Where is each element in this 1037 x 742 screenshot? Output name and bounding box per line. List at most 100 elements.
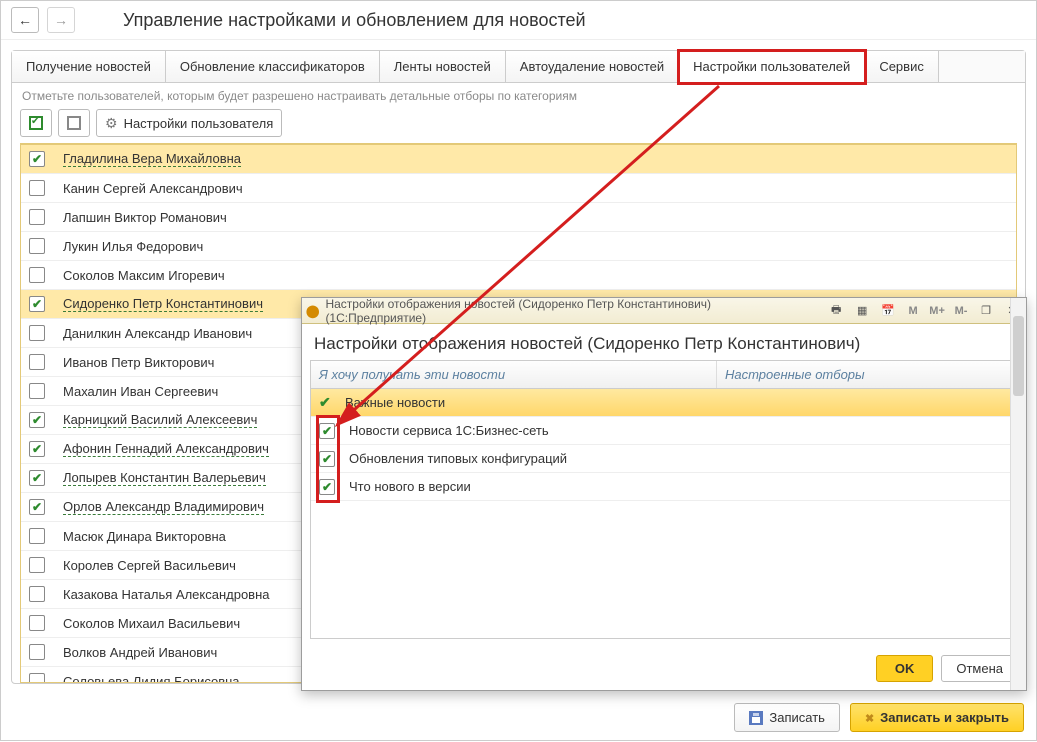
user-name: Лапшин Виктор Романович	[63, 210, 227, 225]
dialog-table-head: Я хочу получать эти новости Настроенные …	[311, 361, 1017, 389]
tab-bar: Получение новостейОбновление классификат…	[12, 51, 1025, 83]
user-row[interactable]: Гладилина Вера Михайловна	[21, 145, 1016, 174]
user-checkbox[interactable]	[29, 267, 45, 283]
check-all-button[interactable]	[20, 109, 52, 137]
user-checkbox[interactable]	[29, 499, 45, 515]
user-checkbox[interactable]	[29, 557, 45, 573]
save-close-button[interactable]: Записать и закрыть	[850, 703, 1024, 732]
tab-0[interactable]: Получение новостей	[12, 51, 166, 82]
nav-back-button[interactable]: ←	[11, 7, 39, 33]
dialog-row[interactable]: Новости сервиса 1С:Бизнес-сеть	[311, 417, 1017, 445]
user-checkbox[interactable]	[29, 470, 45, 486]
user-settings-button[interactable]: Настройки пользователя	[96, 109, 282, 137]
user-row[interactable]: Канин Сергей Александрович	[21, 174, 1016, 203]
titlebar-calendar-icon[interactable]: 📅	[878, 302, 898, 320]
dialog-titlebar: ⬤ Настройки отображения новостей (Сидоре…	[302, 298, 1026, 324]
user-name: Канин Сергей Александрович	[63, 181, 243, 196]
user-settings-label: Настройки пользователя	[124, 116, 274, 131]
dialog-row[interactable]: Важные новости	[311, 389, 1017, 417]
dialog-col2-header: Настроенные отборы	[717, 361, 1017, 388]
user-checkbox[interactable]	[29, 673, 45, 683]
titlebar-print-icon[interactable]: 🖶	[826, 302, 846, 320]
user-checkbox[interactable]	[29, 441, 45, 457]
user-checkbox[interactable]	[29, 151, 45, 167]
uncheck-all-button[interactable]	[58, 109, 90, 137]
user-checkbox[interactable]	[29, 354, 45, 370]
news-label: Обновления типовых конфигураций	[349, 451, 567, 466]
dialog-footer: OK Отмена	[302, 647, 1026, 690]
user-row[interactable]: Лукин Илья Федорович	[21, 232, 1016, 261]
tab-1[interactable]: Обновление классификаторов	[166, 51, 380, 82]
save-close-label: Записать и закрыть	[880, 710, 1009, 725]
titlebar-m-plus-button[interactable]: M+	[928, 302, 946, 320]
uncheck-all-icon	[67, 116, 81, 130]
dialog-body: Я хочу получать эти новости Настроенные …	[302, 360, 1026, 647]
save-button[interactable]: Записать	[734, 703, 840, 732]
user-checkbox[interactable]	[29, 180, 45, 196]
save-label: Записать	[769, 710, 825, 725]
user-name: Соколов Михаил Васильевич	[63, 616, 240, 631]
news-settings-dialog: ⬤ Настройки отображения новостей (Сидоре…	[301, 297, 1027, 691]
scrollbar-thumb[interactable]	[1013, 316, 1024, 396]
user-name: Махалин Иван Сергеевич	[63, 384, 218, 399]
tab-5[interactable]: Сервис	[865, 51, 939, 82]
dialog-scrollbar[interactable]	[1010, 298, 1026, 690]
dialog-window-title: Настройки отображения новостей (Сидоренк…	[325, 297, 814, 325]
header: ← → Управление настройками и обновлением…	[1, 1, 1036, 40]
nav-forward-button[interactable]: →	[47, 7, 75, 33]
user-name: Казакова Наталья Александровна	[63, 587, 269, 602]
news-checkbox[interactable]	[319, 451, 335, 467]
titlebar-restore-icon[interactable]: ❐	[976, 302, 996, 320]
check-icon	[319, 394, 337, 411]
tab-2[interactable]: Ленты новостей	[380, 51, 506, 82]
user-checkbox[interactable]	[29, 238, 45, 254]
news-label: Что нового в версии	[349, 479, 471, 494]
dialog-table: Я хочу получать эти новости Настроенные …	[310, 360, 1018, 639]
titlebar-m-minus-button[interactable]: M-	[952, 302, 970, 320]
titlebar-calc-icon[interactable]: ▦	[852, 302, 872, 320]
user-checkbox[interactable]	[29, 528, 45, 544]
dialog-row[interactable]: Что нового в версии	[311, 473, 1017, 501]
user-name: Соколов Максим Игоревич	[63, 268, 225, 283]
footer-buttons: Записать Записать и закрыть	[724, 703, 1024, 732]
app-icon: ⬤	[306, 304, 319, 318]
user-name: Королев Сергей Васильевич	[63, 558, 236, 573]
dialog-row[interactable]: Обновления типовых конфигураций	[311, 445, 1017, 473]
user-name: Волков Андрей Иванович	[63, 645, 217, 660]
gear-icon	[105, 115, 118, 132]
user-checkbox[interactable]	[29, 586, 45, 602]
user-name: Сидоренко Петр Константинович	[63, 296, 263, 312]
tab-4[interactable]: Настройки пользователей	[679, 51, 865, 83]
tab-3[interactable]: Автоудаление новостей	[506, 51, 679, 82]
user-checkbox[interactable]	[29, 383, 45, 399]
main-window: ← → Управление настройками и обновлением…	[0, 0, 1037, 741]
news-label: Новости сервиса 1С:Бизнес-сеть	[349, 423, 549, 438]
check-all-icon	[29, 116, 43, 130]
dialog-ok-button[interactable]: OK	[876, 655, 934, 682]
user-checkbox[interactable]	[29, 412, 45, 428]
user-checkbox[interactable]	[29, 209, 45, 225]
close-x-icon	[865, 710, 874, 725]
user-name: Лукин Илья Федорович	[63, 239, 203, 254]
user-row[interactable]: Соколов Максим Игоревич	[21, 261, 1016, 290]
news-checkbox[interactable]	[319, 423, 335, 439]
user-name: Данилкин Александр Иванович	[63, 326, 252, 341]
page-title: Управление настройками и обновлением для…	[123, 10, 586, 31]
user-name: Иванов Петр Викторович	[63, 355, 214, 370]
user-checkbox[interactable]	[29, 615, 45, 631]
user-row[interactable]: Лапшин Виктор Романович	[21, 203, 1016, 232]
user-name: Афонин Геннадий Александрович	[63, 441, 269, 457]
titlebar-m-button[interactable]: M	[904, 302, 922, 320]
floppy-icon	[749, 711, 763, 725]
user-name: Масюк Динара Викторовна	[63, 529, 226, 544]
dialog-cancel-button[interactable]: Отмена	[941, 655, 1018, 682]
user-checkbox[interactable]	[29, 325, 45, 341]
user-name: Гладилина Вера Михайловна	[63, 151, 241, 167]
dialog-col1-header: Я хочу получать эти новости	[311, 361, 717, 388]
news-checkbox[interactable]	[319, 479, 335, 495]
user-name: Орлов Александр Владимирович	[63, 499, 264, 515]
user-checkbox[interactable]	[29, 296, 45, 312]
user-name: Соловьева Лидия Борисовна	[63, 674, 240, 684]
toolbar: Настройки пользователя	[12, 105, 1025, 141]
user-checkbox[interactable]	[29, 644, 45, 660]
